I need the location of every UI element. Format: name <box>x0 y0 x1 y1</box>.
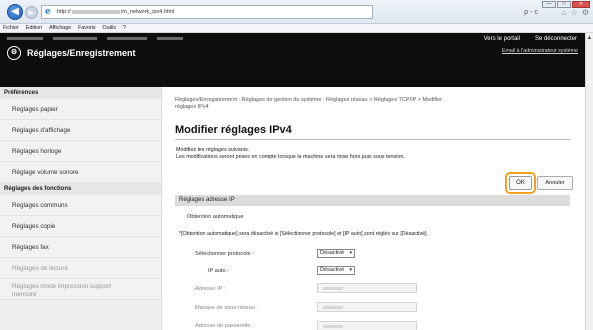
breadcrumb: Réglages/Enregistrement : Réglages de ge… <box>175 97 442 110</box>
menu-help[interactable]: ? <box>123 25 126 31</box>
sidebar-item-memory-print[interactable]: Réglages mode impression support mémoire <box>0 279 161 300</box>
url-text: http:///m_network_ipv4.html <box>57 9 175 15</box>
subnet-mask-field[interactable] <box>317 302 417 312</box>
section-header-ip: Réglages adresse IP <box>175 195 570 206</box>
browser-toolbar: ◀ ▶ e http:///m_network_ipv4.html ρ - c … <box>0 0 593 24</box>
menu-fichier[interactable]: Fichier <box>3 25 19 31</box>
url-redacted <box>71 9 120 14</box>
title-divider <box>175 139 570 140</box>
favorites-star-icon[interactable]: ☆ <box>571 8 578 17</box>
sidebar-item-clock[interactable]: Réglages horloge <box>0 141 161 162</box>
protocol-select[interactable]: Désactivé ▾ <box>317 249 355 258</box>
ip-address-field[interactable] <box>317 283 417 293</box>
window-controls: — □ ✕ <box>542 1 590 8</box>
page-description: Modifiez les réglages suivants. Les modi… <box>176 147 405 160</box>
page-title: Modifier réglages IPv4 <box>175 124 292 136</box>
subnet-mask-label: Masque de sous-réseau : <box>195 305 259 311</box>
logout-link[interactable]: Se déconnecter <box>535 36 577 42</box>
app-title: Réglages/Enregistrement <box>27 48 136 58</box>
auto-obtain-label: Obtention automatique <box>187 214 244 220</box>
settings-gear-icon[interactable]: ⚙ <box>582 8 589 17</box>
sidebar-item-scan[interactable]: Réglages de lecture <box>0 258 161 279</box>
menu-affichage[interactable]: Affichage <box>49 25 71 31</box>
admin-email-link[interactable]: Email à l'administrateur système <box>502 48 578 54</box>
ip-address-label: Adresse IP : <box>195 286 226 292</box>
gateway-label: Adresse de passerelle : <box>195 323 254 329</box>
chevron-down-icon: ▾ <box>349 267 352 273</box>
menu-edition[interactable]: Edition <box>26 25 42 31</box>
menu-outils[interactable]: Outils <box>102 25 116 31</box>
main-content: Réglages/Enregistrement : Réglages de ge… <box>175 87 585 330</box>
app-header: Vers le portail Se déconnecter Email à l… <box>0 33 585 87</box>
sidebar-item-common[interactable]: Réglages communs <box>0 195 161 216</box>
device-info-redacted <box>7 37 183 40</box>
cancel-button[interactable]: Annuler <box>537 176 573 190</box>
protocol-label: Sélectionner protocole : <box>195 251 254 257</box>
sidebar-item-fax[interactable]: Réglages fax <box>0 237 161 258</box>
scroll-up-icon[interactable]: ▲ <box>586 33 593 43</box>
gateway-field[interactable] <box>317 321 417 330</box>
header-links: Vers le portail Se déconnecter <box>484 36 577 42</box>
auto-obtain-note: *[Obtention automatique] sera désactivé … <box>179 231 428 237</box>
portal-link[interactable]: Vers le portail <box>484 36 520 42</box>
sidebar-item-volume[interactable]: Réglage volume sonore <box>0 162 161 183</box>
sidebar-item-paper[interactable]: Réglages papier <box>0 99 161 120</box>
forward-arrow-icon[interactable]: ▶ <box>25 6 38 19</box>
sidebar-section-preferences: Préférences <box>0 87 161 99</box>
page-scrollbar[interactable]: ▲ <box>585 33 593 330</box>
app-brand: ⚙ Réglages/Enregistrement <box>7 46 136 60</box>
chevron-down-icon: ▾ <box>349 250 352 256</box>
ok-button[interactable]: OK <box>509 176 532 190</box>
menu-bar: Fichier Edition Affichage Favoris Outils… <box>0 24 593 33</box>
minimize-button[interactable]: — <box>542 1 556 8</box>
sidebar-item-display[interactable]: Réglages d'affichage <box>0 120 161 141</box>
back-arrow-icon[interactable]: ◀ <box>7 4 23 20</box>
browser-logo-icon: e <box>45 6 51 17</box>
sidebar-section-functions: Réglages des fonctions <box>0 183 161 195</box>
maximize-button[interactable]: □ <box>557 1 571 8</box>
sidebar: Préférences Réglages papier Réglages d'a… <box>0 87 162 330</box>
address-bar[interactable]: e http:///m_network_ipv4.html <box>41 5 373 19</box>
menu-favoris[interactable]: Favoris <box>78 25 95 31</box>
sidebar-item-copy[interactable]: Réglages copie <box>0 216 161 237</box>
home-icon[interactable]: ⌂ <box>562 8 567 17</box>
close-window-button[interactable]: ✕ <box>572 1 590 8</box>
autoip-label: IP auto : <box>208 268 229 274</box>
browser-tool-icons: ⌂ ☆ ⚙ <box>562 8 589 17</box>
settings-logo-icon: ⚙ <box>7 46 21 60</box>
autoip-select[interactable]: Désactivé ▾ <box>317 266 355 275</box>
